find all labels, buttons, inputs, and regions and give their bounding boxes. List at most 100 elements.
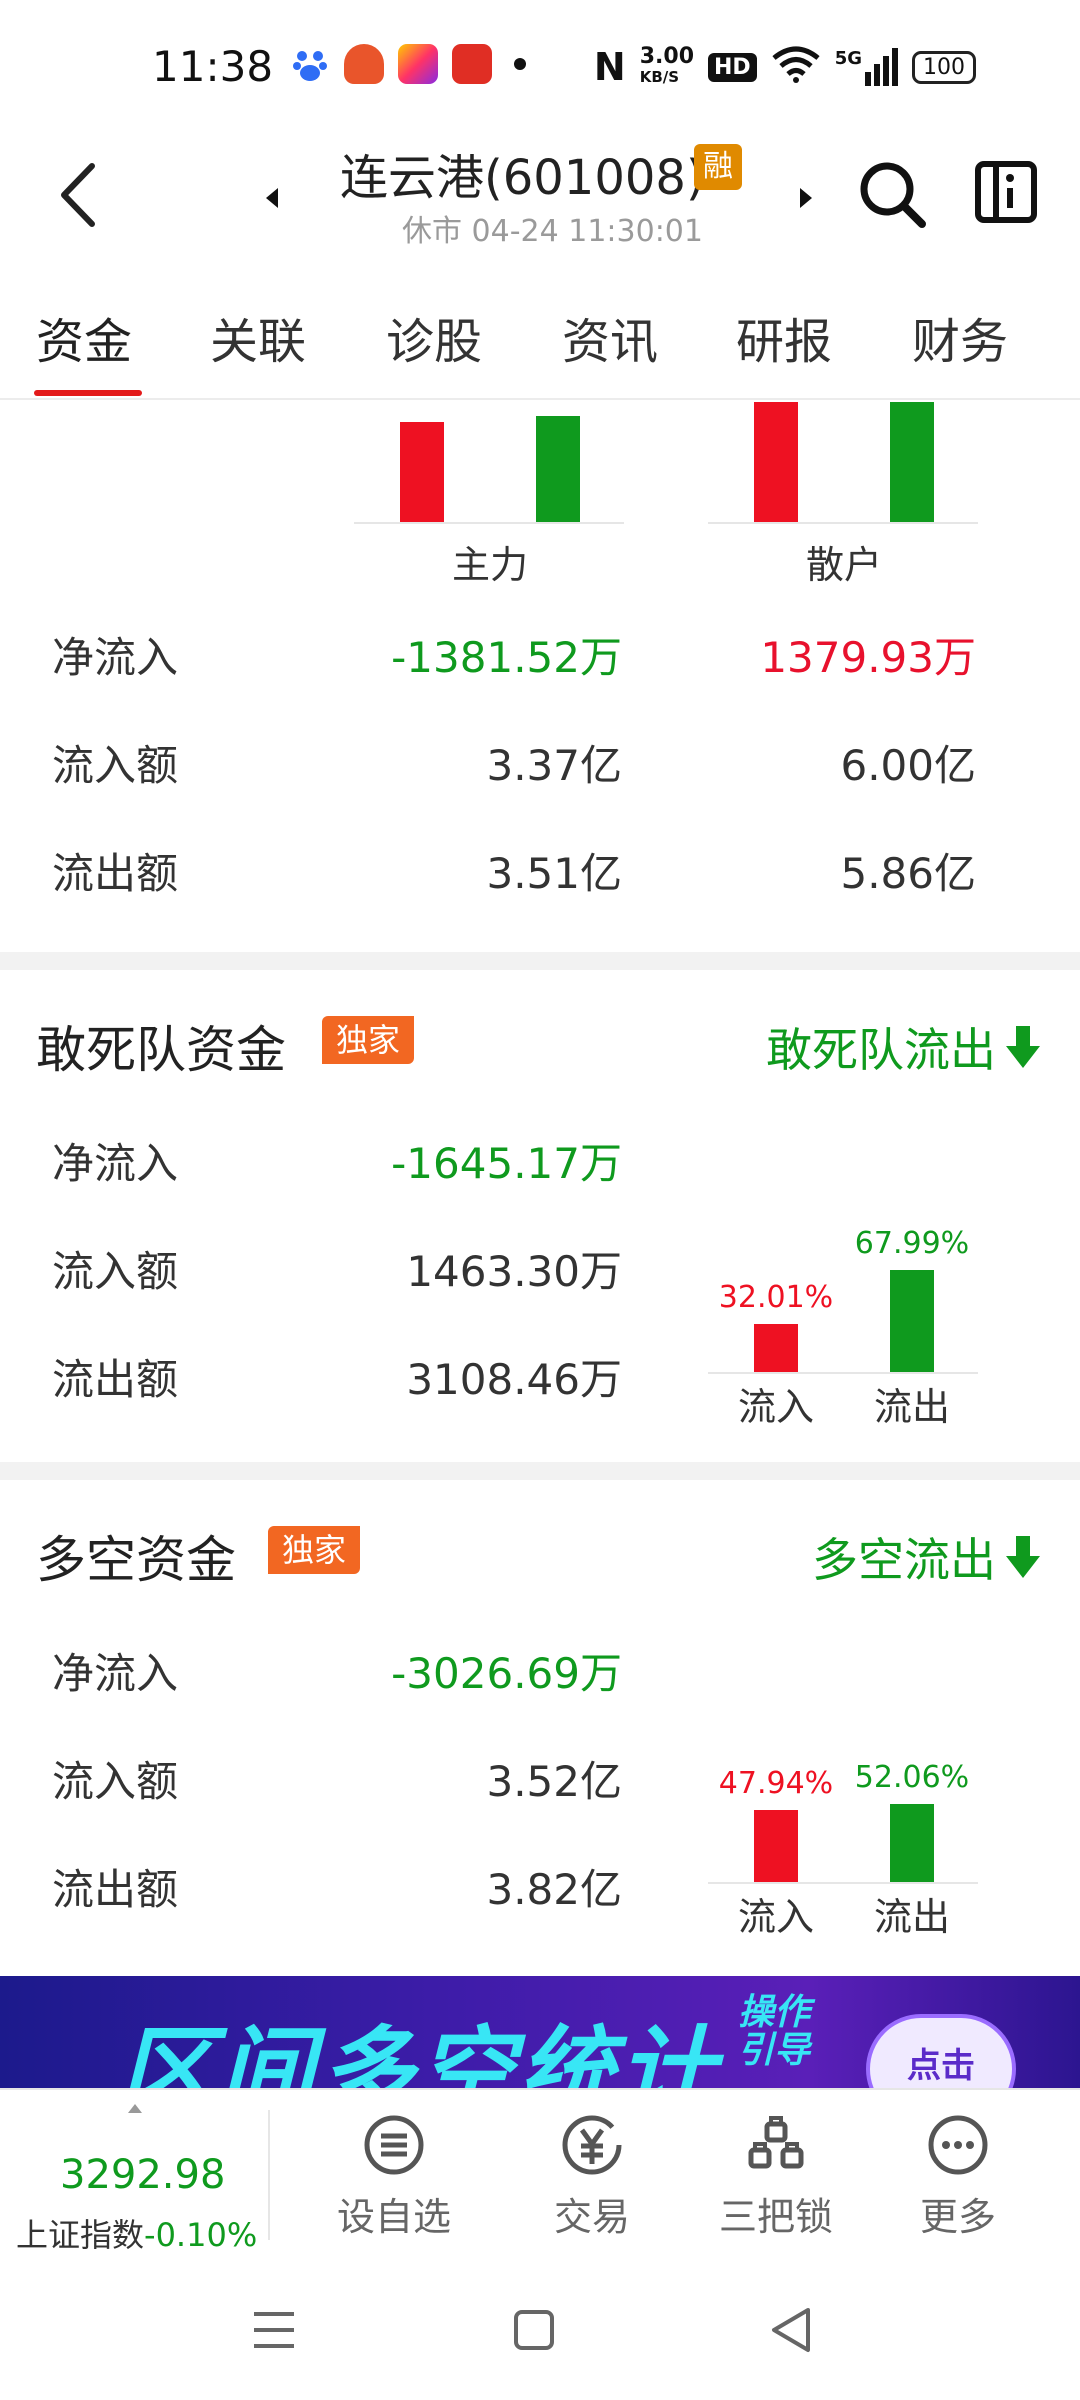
more-icon bbox=[928, 2115, 988, 2175]
net-inflow-label: 净流入 bbox=[52, 1139, 179, 1188]
share-icon[interactable] bbox=[974, 160, 1038, 224]
menu-icon[interactable] bbox=[252, 2308, 296, 2352]
three-locks-label: 三把锁 bbox=[718, 2195, 833, 2239]
retail-bar-baseline bbox=[708, 522, 978, 524]
market-status: 休市 04-24 11:30:01 bbox=[402, 214, 703, 249]
retail-caption: 散户 bbox=[805, 543, 882, 587]
system-navigation-bar bbox=[0, 2258, 1080, 2400]
index-name: 上证指数-0.10% bbox=[16, 2216, 258, 2254]
section-title: 多空资金 bbox=[36, 1531, 236, 1589]
tab-bar: 资金 关联 诊股 资讯 研报 财务 bbox=[0, 290, 1080, 400]
nfc-icon: N bbox=[593, 45, 626, 89]
inflow-label: 流入额 bbox=[52, 1247, 179, 1296]
active-tab-indicator bbox=[34, 390, 142, 396]
dot-icon bbox=[514, 58, 526, 70]
banner-click-button[interactable]: 点击 bbox=[866, 2014, 1016, 2088]
tab-finance[interactable]: 财务 bbox=[912, 302, 1008, 372]
tab-research[interactable]: 研报 bbox=[736, 302, 832, 372]
margin-badge: 融 bbox=[694, 144, 742, 190]
add-watchlist-button[interactable]: 设自选 bbox=[314, 2114, 474, 2241]
toolbar-divider bbox=[268, 2110, 270, 2240]
dare-outflow: 3108.46万 bbox=[406, 1355, 622, 1404]
outflow-pct-label: 67.99% bbox=[854, 1226, 970, 1261]
dare-inflow: 1463.30万 bbox=[406, 1247, 622, 1296]
outflow-bar bbox=[890, 1804, 934, 1882]
outflow-label: 流出额 bbox=[52, 849, 179, 898]
back-icon[interactable] bbox=[56, 160, 100, 230]
down-arrow-icon bbox=[1006, 1026, 1040, 1068]
banner-subtext: 操作 引导 bbox=[738, 1992, 811, 2071]
section-divider bbox=[0, 952, 1080, 970]
retail-inflow-bar bbox=[754, 402, 798, 522]
inflow-caption: 流入 bbox=[737, 1895, 814, 1939]
add-watchlist-label: 设自选 bbox=[336, 2195, 451, 2239]
longshort-inflow: 3.52亿 bbox=[486, 1757, 622, 1806]
inflow-label: 流入额 bbox=[52, 1757, 179, 1806]
battery-icon: 100 bbox=[912, 50, 976, 84]
dare-bar-chart: 32.01% 流入 67.99% 流出 bbox=[708, 970, 978, 1440]
section-divider bbox=[0, 1462, 1080, 1480]
locks-icon bbox=[748, 2116, 804, 2169]
home-icon[interactable] bbox=[512, 2308, 556, 2352]
retail-net-inflow: 1379.93万 bbox=[760, 633, 976, 682]
main-caption: 主力 bbox=[451, 543, 528, 587]
inflow-pct-label: 47.94% bbox=[718, 1766, 834, 1801]
status-bar: 11:38 N 3.00 KB/S HD 5G 100 bbox=[0, 0, 1080, 130]
down-arrow-icon bbox=[1006, 1536, 1040, 1578]
bottom-toolbar: 3292.98 上证指数-0.10% 设自选 交易 三把锁 更多 bbox=[0, 2088, 1080, 2258]
tab-related[interactable]: 关联 bbox=[210, 302, 306, 372]
inflow-label: 流入额 bbox=[52, 741, 179, 790]
pinduoduo-icon bbox=[452, 44, 492, 84]
main-net-inflow: -1381.52万 bbox=[391, 633, 622, 682]
inflow-bar bbox=[754, 1324, 798, 1372]
more-button[interactable]: 更多 bbox=[878, 2114, 1038, 2241]
promo-banner[interactable]: 区间多空统计 操作 引导 点击 bbox=[0, 1976, 1080, 2088]
outflow-label: 流出额 bbox=[52, 1355, 179, 1404]
trade-button[interactable]: 交易 bbox=[512, 2114, 672, 2241]
section-title: 敢死队资金 bbox=[36, 1021, 286, 1079]
status-time: 11:38 bbox=[152, 42, 274, 91]
dare-net-inflow: -1645.17万 bbox=[391, 1139, 622, 1188]
hd-icon: HD bbox=[708, 52, 757, 82]
search-icon[interactable] bbox=[856, 158, 928, 230]
baidu-app-icon bbox=[290, 44, 330, 84]
inflow-caption: 流入 bbox=[737, 1385, 814, 1429]
signal-icon: 5G bbox=[835, 48, 898, 86]
longshort-net-inflow: -3026.69万 bbox=[391, 1649, 622, 1698]
notification-icons bbox=[290, 44, 526, 84]
inflow-pct-label: 32.01% bbox=[718, 1280, 834, 1315]
yuan-icon bbox=[562, 2115, 622, 2175]
three-locks-button[interactable]: 三把锁 bbox=[696, 2114, 856, 2241]
outflow-bar bbox=[890, 1270, 934, 1372]
wifi-icon bbox=[771, 44, 821, 90]
chart-baseline bbox=[708, 1882, 978, 1884]
index-value: 3292.98 bbox=[60, 2152, 226, 2198]
index-ticker[interactable]: 3292.98 上证指数-0.10% bbox=[0, 2090, 268, 2260]
outflow-pct-label: 52.06% bbox=[854, 1760, 970, 1795]
retail-outflow-bar bbox=[890, 402, 934, 522]
chart-baseline bbox=[708, 1372, 978, 1374]
stock-header: 连云港(601008) 融 休市 04-24 11:30:01 bbox=[0, 130, 1080, 260]
next-stock-icon[interactable] bbox=[800, 188, 812, 208]
retail-inflow: 6.00亿 bbox=[840, 741, 976, 790]
back-nav-icon[interactable] bbox=[768, 2306, 812, 2354]
main-inflow: 3.37亿 bbox=[486, 741, 622, 790]
expand-up-icon bbox=[128, 2104, 142, 2113]
prev-stock-icon[interactable] bbox=[266, 188, 278, 208]
longshort-outflow: 3.82亿 bbox=[486, 1865, 622, 1914]
longshort-bar-chart: 47.94% 流入 52.06% 流出 bbox=[708, 1480, 978, 1950]
tab-diagnosis[interactable]: 诊股 bbox=[386, 302, 482, 372]
outflow-caption: 流出 bbox=[873, 1895, 950, 1939]
inflow-bar bbox=[754, 1810, 798, 1882]
tab-news[interactable]: 资讯 bbox=[562, 302, 658, 372]
main-outflow: 3.51亿 bbox=[486, 849, 622, 898]
main-inflow-bar bbox=[400, 422, 444, 522]
video-app-icon bbox=[398, 44, 438, 84]
list-icon bbox=[364, 2115, 424, 2175]
tab-funds[interactable]: 资金 bbox=[36, 302, 132, 372]
more-label: 更多 bbox=[919, 2195, 996, 2239]
status-right: N 3.00 KB/S HD 5G 100 bbox=[594, 44, 976, 90]
net-speed: 3.00 KB/S bbox=[639, 44, 694, 87]
stock-title: 连云港(601008) bbox=[340, 150, 705, 206]
main-retail-section: 主力 散户 净流入 -1381.52万 1379.93万 流入额 3.37亿 6… bbox=[0, 402, 1080, 952]
